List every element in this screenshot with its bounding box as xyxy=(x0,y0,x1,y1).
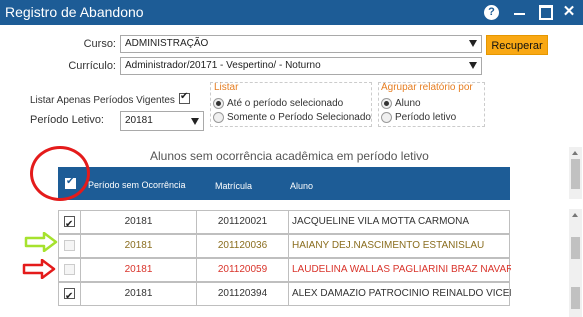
chevron-down-icon xyxy=(469,62,477,69)
radio-periodo-letivo-label: Período letivo xyxy=(395,112,457,123)
row-checkbox[interactable] xyxy=(64,240,75,251)
red-arrow-icon xyxy=(22,259,56,279)
header-aluno[interactable]: Aluno xyxy=(290,181,313,191)
row-checkbox[interactable] xyxy=(64,214,75,236)
row-aluno: LAUDELINA WALLAS PAGLIARINI BRAZ NAVARRC xyxy=(292,264,511,275)
row-matricula: 201120059 xyxy=(197,259,289,281)
row-matricula: 201120036 xyxy=(197,235,289,257)
table-header: Período sem Ocorrência Matrícula Aluno xyxy=(58,167,510,200)
periodo-value: 20181 xyxy=(125,115,153,126)
table-row[interactable]: 20181 201120394 ALEX DAMAZIO PATROCINIO … xyxy=(58,282,511,308)
curso-value: ADMINISTRAÇÃO xyxy=(125,38,209,49)
radio-ate-periodo-label: Até o período selecionado xyxy=(227,98,344,109)
curriculo-select[interactable]: Administrador/20171 - Vespertino/ - Notu… xyxy=(120,57,482,75)
window-title: Registro de Abandono xyxy=(5,4,144,20)
table-title: Alunos sem ocorrência acadêmica em perío… xyxy=(150,149,429,163)
row-periodo: 20181 xyxy=(81,259,197,281)
row-aluno: JACQUELINE VILA MOTTA CARMONA xyxy=(292,216,470,227)
agrupar-group-title: Agrupar relatório por xyxy=(381,82,473,93)
periodo-select[interactable]: 20181 xyxy=(120,111,204,131)
table-row[interactable]: 20181 201120021 JACQUELINE VILA MOTTA CA… xyxy=(58,210,510,236)
scroll-thumb[interactable] xyxy=(571,237,580,259)
radio-periodo-letivo[interactable] xyxy=(381,112,392,123)
close-icon[interactable]: ✕ xyxy=(561,4,577,20)
row-periodo: 20181 xyxy=(81,283,197,305)
listar-group-title: Listar xyxy=(214,82,239,93)
row-periodo: 20181 xyxy=(81,211,197,233)
curriculo-value: Administrador/20171 - Vespertino/ - Notu… xyxy=(125,60,321,71)
radio-somente-periodo[interactable] xyxy=(213,112,224,123)
table-row[interactable]: 20181 201120059 LAUDELINA WALLAS PAGLIAR… xyxy=(58,258,511,282)
row-checkbox[interactable] xyxy=(64,286,75,308)
curso-label: Curso: xyxy=(83,38,116,50)
green-arrow-icon xyxy=(24,232,58,252)
radio-ate-periodo[interactable] xyxy=(213,98,224,109)
row-matricula: 201120021 xyxy=(197,211,289,233)
radio-aluno[interactable] xyxy=(381,98,392,109)
radio-aluno-label: Aluno xyxy=(395,98,421,109)
table-row[interactable]: 20181 201120036 HAIANY DEJ.NASCIMENTO ES… xyxy=(58,234,510,258)
annotation-circle xyxy=(30,146,90,201)
minimize-icon[interactable] xyxy=(512,4,528,20)
curriculo-label: Currículo: xyxy=(68,60,116,72)
scroll-up-icon[interactable] xyxy=(572,213,578,217)
title-bar: Registro de Abandono ? ✕ xyxy=(0,0,583,25)
maximize-icon[interactable] xyxy=(537,4,553,20)
scroll-thumb[interactable] xyxy=(571,159,580,189)
header-periodo[interactable]: Período sem Ocorrência xyxy=(88,180,186,190)
table-scrollbar[interactable] xyxy=(569,209,582,317)
row-matricula: 201120394 xyxy=(197,283,289,305)
listar-vigentes-label: Listar Apenas Períodos Vigentes xyxy=(30,95,175,106)
scroll-up-icon[interactable] xyxy=(572,151,578,155)
periodo-label: Período Letivo: xyxy=(30,114,104,126)
row-periodo: 20181 xyxy=(81,235,197,257)
row-aluno: ALEX DAMAZIO PATROCINIO REINALDO VICENTE xyxy=(292,288,511,299)
recuperar-button[interactable]: Recuperar xyxy=(486,35,548,55)
header-scrollbar[interactable] xyxy=(569,147,582,199)
help-icon[interactable]: ? xyxy=(484,5,499,20)
radio-somente-periodo-label: Somente o Período Selecionado xyxy=(227,112,371,123)
chevron-down-icon xyxy=(191,118,199,125)
listar-vigentes-checkbox[interactable] xyxy=(179,91,190,104)
row-checkbox[interactable] xyxy=(64,264,75,275)
scroll-thumb[interactable] xyxy=(571,287,580,309)
chevron-down-icon xyxy=(469,40,477,47)
curso-select[interactable]: ADMINISTRAÇÃO xyxy=(120,35,482,53)
header-matricula[interactable]: Matrícula xyxy=(215,181,252,191)
row-aluno: HAIANY DEJ.NASCIMENTO ESTANISLAU xyxy=(292,240,485,251)
